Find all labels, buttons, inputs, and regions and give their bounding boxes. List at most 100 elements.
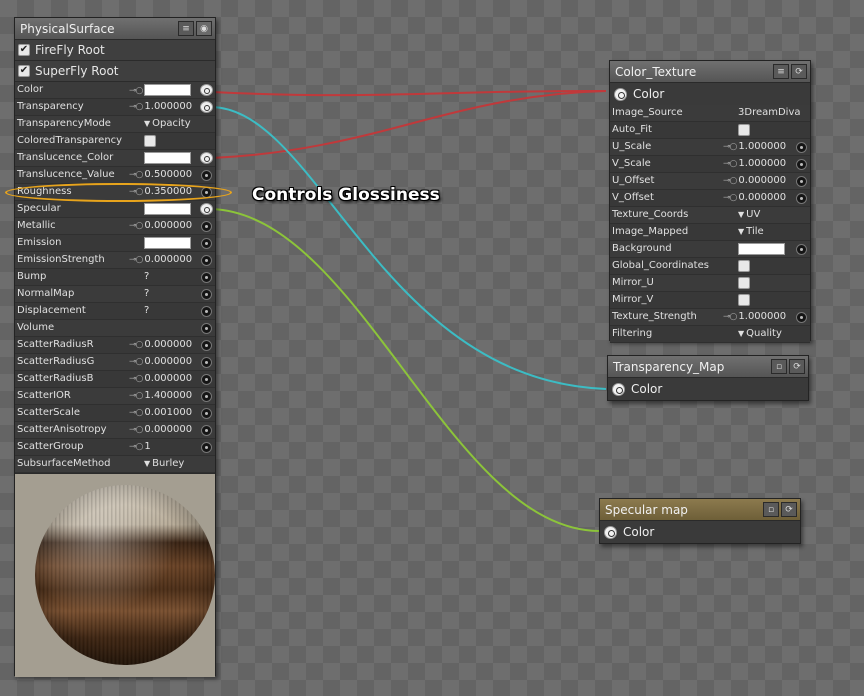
param-row-subsurfacemethod[interactable]: SubsurfaceMethod ▼ Burley: [15, 456, 215, 473]
param-value[interactable]: 1: [144, 441, 150, 452]
physical-surface-node[interactable]: PhysicalSurface ≡ ◉ ✔ FireFly Root ✔ SuperF…: [14, 17, 216, 677]
input-socket-icon[interactable]: [201, 323, 212, 334]
param-row-scatteranisotropy[interactable]: ScatterAnisotropy ⊸○ 0.000000: [15, 422, 215, 439]
param-row-bump[interactable]: Bump?: [15, 269, 215, 286]
key-icon[interactable]: ⊸○: [129, 170, 143, 180]
input-socket-icon[interactable]: [201, 170, 212, 181]
param-row-scatterradiusg[interactable]: ScatterRadiusG ⊸○ 0.000000: [15, 354, 215, 371]
color-texture-output[interactable]: Color: [610, 83, 810, 105]
checkbox[interactable]: [144, 135, 156, 147]
dropdown-value[interactable]: Burley: [152, 458, 184, 469]
param-value[interactable]: ?: [144, 288, 149, 299]
refresh-icon[interactable]: ⟳: [789, 359, 805, 374]
param-value[interactable]: 0.000000: [144, 356, 192, 367]
physical-surface-title-bar[interactable]: PhysicalSurface ≡ ◉: [15, 18, 215, 40]
eye-icon[interactable]: ◉: [196, 21, 212, 36]
param-row-emissionstrength[interactable]: EmissionStrength ⊸○ 0.000000: [15, 252, 215, 269]
color-swatch[interactable]: [144, 152, 191, 164]
param-value[interactable]: ?: [144, 271, 149, 282]
root-row-firefly-root[interactable]: ✔ FireFly Root: [15, 40, 215, 61]
param-row-image-mapped[interactable]: Image_Mapped ▼ Tile: [610, 224, 810, 241]
checkbox[interactable]: ✔: [18, 44, 30, 56]
param-value[interactable]: 0.000000: [144, 254, 192, 265]
dropdown-arrow-icon[interactable]: ▼: [144, 119, 150, 128]
dropdown-value[interactable]: UV: [746, 209, 760, 220]
input-socket-icon[interactable]: [201, 425, 212, 436]
input-socket-icon[interactable]: [201, 255, 212, 266]
param-value[interactable]: 1.400000: [144, 390, 192, 401]
input-socket-icon[interactable]: [201, 221, 212, 232]
key-icon[interactable]: ⊸○: [129, 391, 143, 401]
key-icon[interactable]: ⊸○: [129, 357, 143, 367]
param-row-filtering[interactable]: Filtering ▼ Quality: [610, 326, 810, 343]
output-socket-icon[interactable]: [604, 525, 617, 539]
param-row-scatterradiusb[interactable]: ScatterRadiusB ⊸○ 0.000000: [15, 371, 215, 388]
param-row-v-scale[interactable]: V_Scale ⊸○ 1.000000: [610, 156, 810, 173]
dropdown-arrow-icon[interactable]: ▼: [738, 329, 744, 338]
param-row-mirror-v[interactable]: Mirror_V: [610, 292, 810, 309]
key-icon[interactable]: ⊸○: [129, 86, 143, 96]
input-socket-icon[interactable]: [796, 312, 807, 323]
param-value[interactable]: ?: [144, 305, 149, 316]
param-row-volume[interactable]: Volume: [15, 320, 215, 337]
transparency-map-node[interactable]: Transparency_Map ▫ ⟳ Color: [607, 355, 809, 401]
param-row-u-scale[interactable]: U_Scale ⊸○ 1.000000: [610, 139, 810, 156]
param-value[interactable]: 0.000000: [144, 373, 192, 384]
param-row-specular[interactable]: Specular: [15, 201, 215, 218]
key-icon[interactable]: ⊸○: [129, 340, 143, 350]
param-row-emission[interactable]: Emission: [15, 235, 215, 252]
input-socket-icon[interactable]: [201, 442, 212, 453]
dropdown-value[interactable]: Tile: [746, 226, 764, 237]
param-row-scatterior[interactable]: ScatterIOR ⊸○ 1.400000: [15, 388, 215, 405]
refresh-icon[interactable]: ⟳: [781, 502, 797, 517]
transparency-map-output[interactable]: Color: [608, 378, 808, 400]
notes-icon[interactable]: ≡: [178, 21, 194, 36]
param-value[interactable]: 0.001000: [144, 407, 192, 418]
notes-icon[interactable]: ▫: [771, 359, 787, 374]
color-swatch[interactable]: [144, 84, 192, 96]
input-socket-icon[interactable]: [201, 238, 212, 249]
key-icon[interactable]: ⊸○: [129, 255, 143, 265]
checkbox[interactable]: [738, 294, 750, 306]
param-value[interactable]: 0.000000: [144, 220, 192, 231]
key-icon[interactable]: ⊸○: [129, 102, 143, 112]
input-socket-icon[interactable]: [201, 272, 212, 283]
param-row-translucence-value[interactable]: Translucence_Value ⊸○ 0.500000: [15, 167, 215, 184]
param-value[interactable]: 0.000000: [738, 192, 786, 203]
input-socket-icon[interactable]: [201, 289, 212, 300]
input-socket-icon[interactable]: [201, 340, 212, 351]
param-value[interactable]: 1.000000: [144, 101, 192, 112]
input-socket-icon[interactable]: [796, 176, 807, 187]
dropdown-value[interactable]: Quality: [746, 328, 782, 339]
refresh-icon[interactable]: ⟳: [791, 64, 807, 79]
key-icon[interactable]: ⊸○: [129, 442, 143, 452]
input-socket-icon[interactable]: [796, 193, 807, 204]
linked-socket-icon[interactable]: [200, 152, 213, 164]
param-row-auto-fit[interactable]: Auto_Fit: [610, 122, 810, 139]
param-value[interactable]: 1.000000: [738, 141, 786, 152]
transparency-map-title-bar[interactable]: Transparency_Map ▫ ⟳: [608, 356, 808, 378]
dropdown-value[interactable]: Opacity: [152, 118, 190, 129]
key-icon[interactable]: ⊸○: [723, 159, 737, 169]
input-socket-icon[interactable]: [796, 159, 807, 170]
key-icon[interactable]: ⊸○: [723, 142, 737, 152]
key-icon[interactable]: ⊸○: [723, 193, 737, 203]
checkbox[interactable]: ✔: [18, 65, 30, 77]
param-row-global-coordinates[interactable]: Global_Coordinates: [610, 258, 810, 275]
linked-socket-icon[interactable]: [200, 84, 213, 96]
root-row-superfly-root[interactable]: ✔ SuperFly Root: [15, 61, 215, 82]
linked-socket-icon[interactable]: [200, 203, 213, 215]
param-row-transparencymode[interactable]: TransparencyMode ▼ Opacity: [15, 116, 215, 133]
param-row-scatterradiusr[interactable]: ScatterRadiusR ⊸○ 0.000000: [15, 337, 215, 354]
output-socket-icon[interactable]: [614, 87, 627, 101]
param-row-scattergroup[interactable]: ScatterGroup ⊸○ 1: [15, 439, 215, 456]
param-value[interactable]: 3DreamDiva: [738, 107, 801, 118]
param-row-translucence-color[interactable]: Translucence_Color: [15, 150, 215, 167]
param-row-background[interactable]: Background: [610, 241, 810, 258]
param-row-color[interactable]: Color ⊸○: [15, 82, 215, 99]
color-texture-node[interactable]: Color_Texture ≡ ⟳ Color Image_Source 3Dre…: [609, 60, 811, 343]
notes-icon[interactable]: ≡: [773, 64, 789, 79]
specular-map-title-bar[interactable]: Specular map ▫ ⟳: [600, 499, 800, 521]
param-row-v-offset[interactable]: V_Offset ⊸○ 0.000000: [610, 190, 810, 207]
input-socket-icon[interactable]: [201, 408, 212, 419]
